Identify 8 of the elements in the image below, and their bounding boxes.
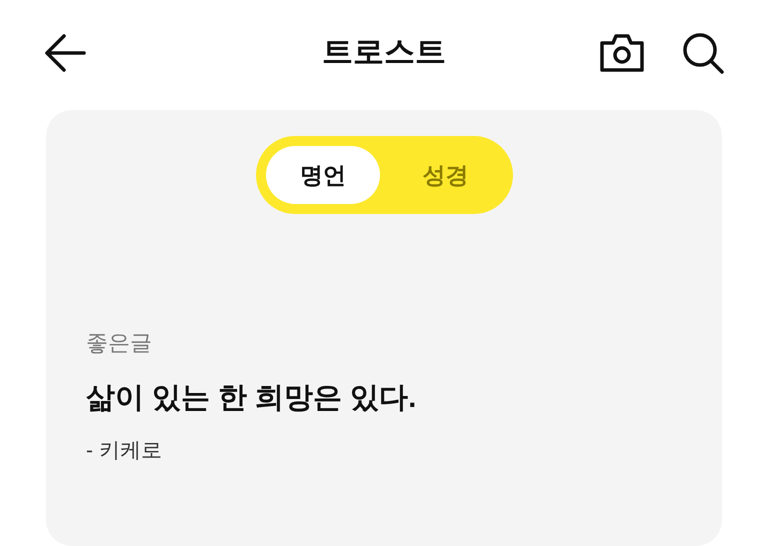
quote-category: 좋은글 [86,329,153,357]
quote-text: 삶이 있는 한 희망은 있다. [86,381,418,416]
tab[interactable]: 명언 [266,146,380,204]
back-icon[interactable] [44,34,86,72]
page-title: 트로스트 [322,33,446,72]
quote-author: - 키케로 [86,438,163,464]
search-icon[interactable] [682,32,724,74]
camera-icon[interactable] [598,32,646,72]
